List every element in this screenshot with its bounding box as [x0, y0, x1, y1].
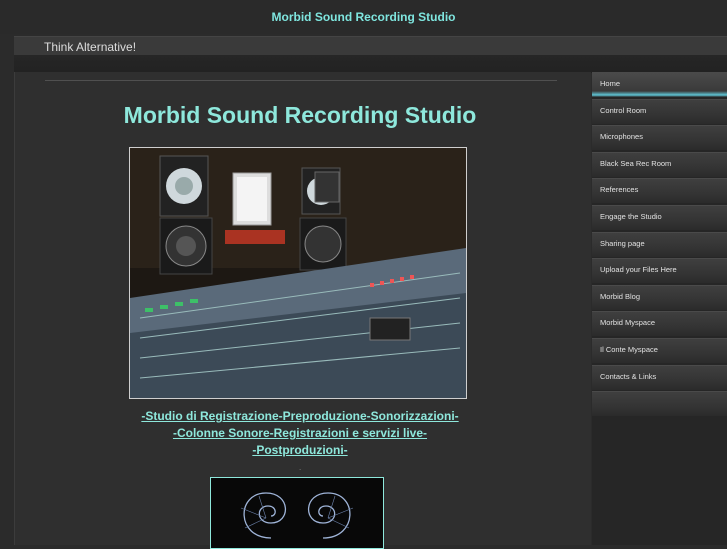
main-content: Morbid Sound Recording Studio -Studio di…: [14, 72, 591, 549]
nav-item-upload-files[interactable]: Upload your Files Here: [592, 258, 727, 284]
services-link-registrazione[interactable]: -Studio di Registrazione-Preproduzione-S…: [15, 408, 585, 425]
nav-item-empty: [592, 391, 727, 417]
nautilus-shell-illustration: [211, 478, 383, 548]
nav-item-morbid-blog[interactable]: Morbid Blog: [592, 284, 727, 310]
tagline: Think Alternative!: [44, 40, 137, 54]
nav-item-morbid-myspace[interactable]: Morbid Myspace: [592, 311, 727, 337]
site-title[interactable]: Morbid Sound Recording Studio: [0, 0, 727, 34]
nav-item-engage-the-studio[interactable]: Engage the Studio: [592, 204, 727, 230]
separator-dot: .: [299, 463, 302, 472]
nav-item-microphones[interactable]: Microphones: [592, 125, 727, 151]
nav-item-sharing-page[interactable]: Sharing page: [592, 231, 727, 257]
nav-item-references[interactable]: References: [592, 178, 727, 204]
content-divider: [45, 80, 557, 81]
nav-item-il-conte-myspace[interactable]: Il Conte Myspace: [592, 337, 727, 363]
nav-item-control-room[interactable]: Control Room: [592, 98, 727, 124]
services-link-postproduzioni[interactable]: -Postproduzioni-: [15, 442, 585, 459]
services-link-colonne-sonore[interactable]: -Colonne Sonore-Registrazioni e servizi …: [15, 425, 585, 442]
header-band: Think Alternative!: [14, 36, 727, 73]
nav-item-contacts-links[interactable]: Contacts & Links: [592, 364, 727, 390]
studio-photo-illustration: [130, 148, 466, 398]
page-heading: Morbid Sound Recording Studio: [123, 102, 477, 128]
studio-control-room-photo: [129, 147, 467, 399]
nav-item-home[interactable]: Home: [592, 72, 727, 97]
nav-item-black-sea-rec-room[interactable]: Black Sea Rec Room: [592, 151, 727, 177]
nautilus-shell-image: [210, 477, 384, 549]
services-links: -Studio di Registrazione-Preproduzione-S…: [15, 408, 585, 459]
sidebar-nav: Home Control Room Microphones Black Sea …: [592, 72, 727, 545]
